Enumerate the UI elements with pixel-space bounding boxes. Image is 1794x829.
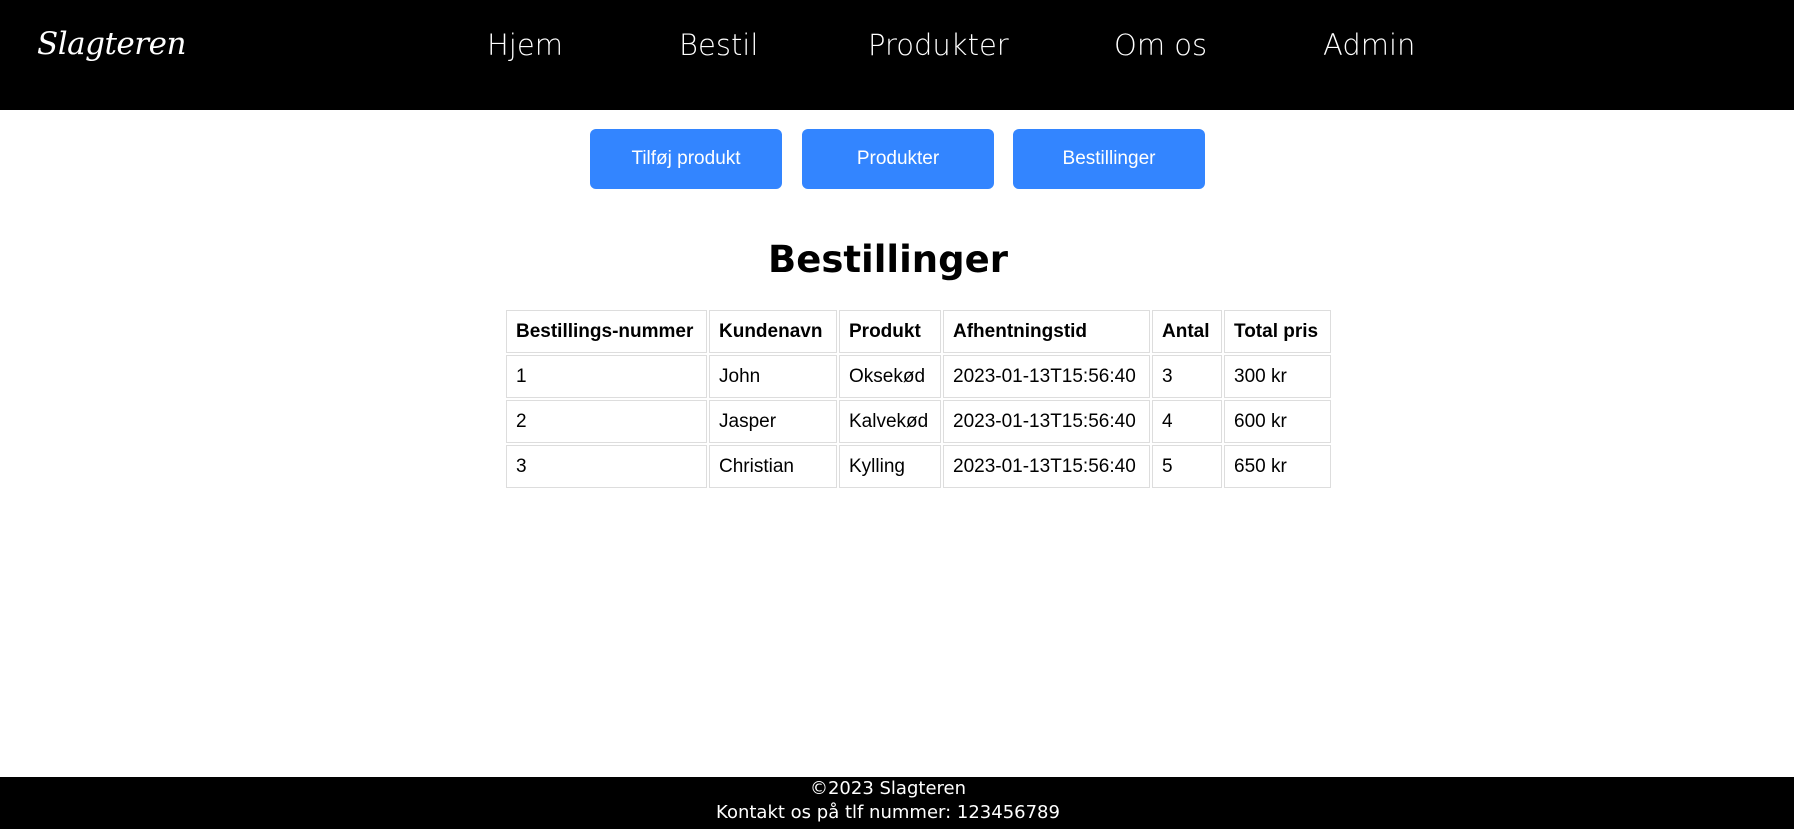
column-header-customer-name: Kundenavn <box>709 310 837 353</box>
table-header-row: Bestillings-nummer Kundenavn Produkt Afh… <box>506 310 1331 353</box>
cell-order-number: 3 <box>506 445 707 488</box>
site-logo[interactable]: Slagteren <box>37 26 186 62</box>
cell-pickup-time: 2023-01-13T15:56:40 <box>943 355 1150 398</box>
cell-customer-name: John <box>709 355 837 398</box>
nav-link-bestil[interactable]: Bestil <box>679 28 758 62</box>
cell-product: Oksekød <box>839 355 941 398</box>
cell-product: Kylling <box>839 445 941 488</box>
cell-quantity: 5 <box>1152 445 1222 488</box>
nav-link-om-os[interactable]: Om os <box>1114 28 1207 62</box>
navbar: Slagteren Hjem Bestil Produkter Om os Ad… <box>0 0 1794 110</box>
cell-customer-name: Jasper <box>709 400 837 443</box>
cell-total-price: 650 kr <box>1224 445 1331 488</box>
cell-quantity: 4 <box>1152 400 1222 443</box>
column-header-total-price: Total pris <box>1224 310 1331 353</box>
orders-title: Bestillinger <box>768 238 1008 281</box>
column-header-product: Produkt <box>839 310 941 353</box>
cell-customer-name: Christian <box>709 445 837 488</box>
nav-link-produkter[interactable]: Produkter <box>868 28 1009 62</box>
nav-link-hjem[interactable]: Hjem <box>487 28 563 62</box>
cell-total-price: 300 kr <box>1224 355 1331 398</box>
footer-copyright: ©2023 Slagteren <box>809 778 967 799</box>
table-row: 3 Christian Kylling 2023-01-13T15:56:40 … <box>506 445 1331 488</box>
orders-button[interactable]: Bestillinger <box>1013 129 1205 189</box>
products-button[interactable]: Produkter <box>802 129 994 189</box>
footer-contact: Kontakt os på tlf nummer: 123456789 <box>716 802 1060 823</box>
cell-quantity: 3 <box>1152 355 1222 398</box>
cell-pickup-time: 2023-01-13T15:56:40 <box>943 445 1150 488</box>
table-row: 2 Jasper Kalvekød 2023-01-13T15:56:40 4 … <box>506 400 1331 443</box>
nav-link-admin[interactable]: Admin <box>1323 28 1415 62</box>
cell-order-number: 1 <box>506 355 707 398</box>
cell-pickup-time: 2023-01-13T15:56:40 <box>943 400 1150 443</box>
page: Slagteren Hjem Bestil Produkter Om os Ad… <box>0 0 1794 829</box>
cell-order-number: 2 <box>506 400 707 443</box>
table-row: 1 John Oksekød 2023-01-13T15:56:40 3 300… <box>506 355 1331 398</box>
add-product-button[interactable]: Tilføj produkt <box>590 129 782 189</box>
column-header-quantity: Antal <box>1152 310 1222 353</box>
column-header-pickup-time: Afhentningstid <box>943 310 1150 353</box>
cell-product: Kalvekød <box>839 400 941 443</box>
orders-table: Bestillings-nummer Kundenavn Produkt Afh… <box>504 308 1333 490</box>
column-header-order-number: Bestillings-nummer <box>506 310 707 353</box>
cell-total-price: 600 kr <box>1224 400 1331 443</box>
footer: ©2023 Slagteren Kontakt os på tlf nummer… <box>0 777 1794 829</box>
